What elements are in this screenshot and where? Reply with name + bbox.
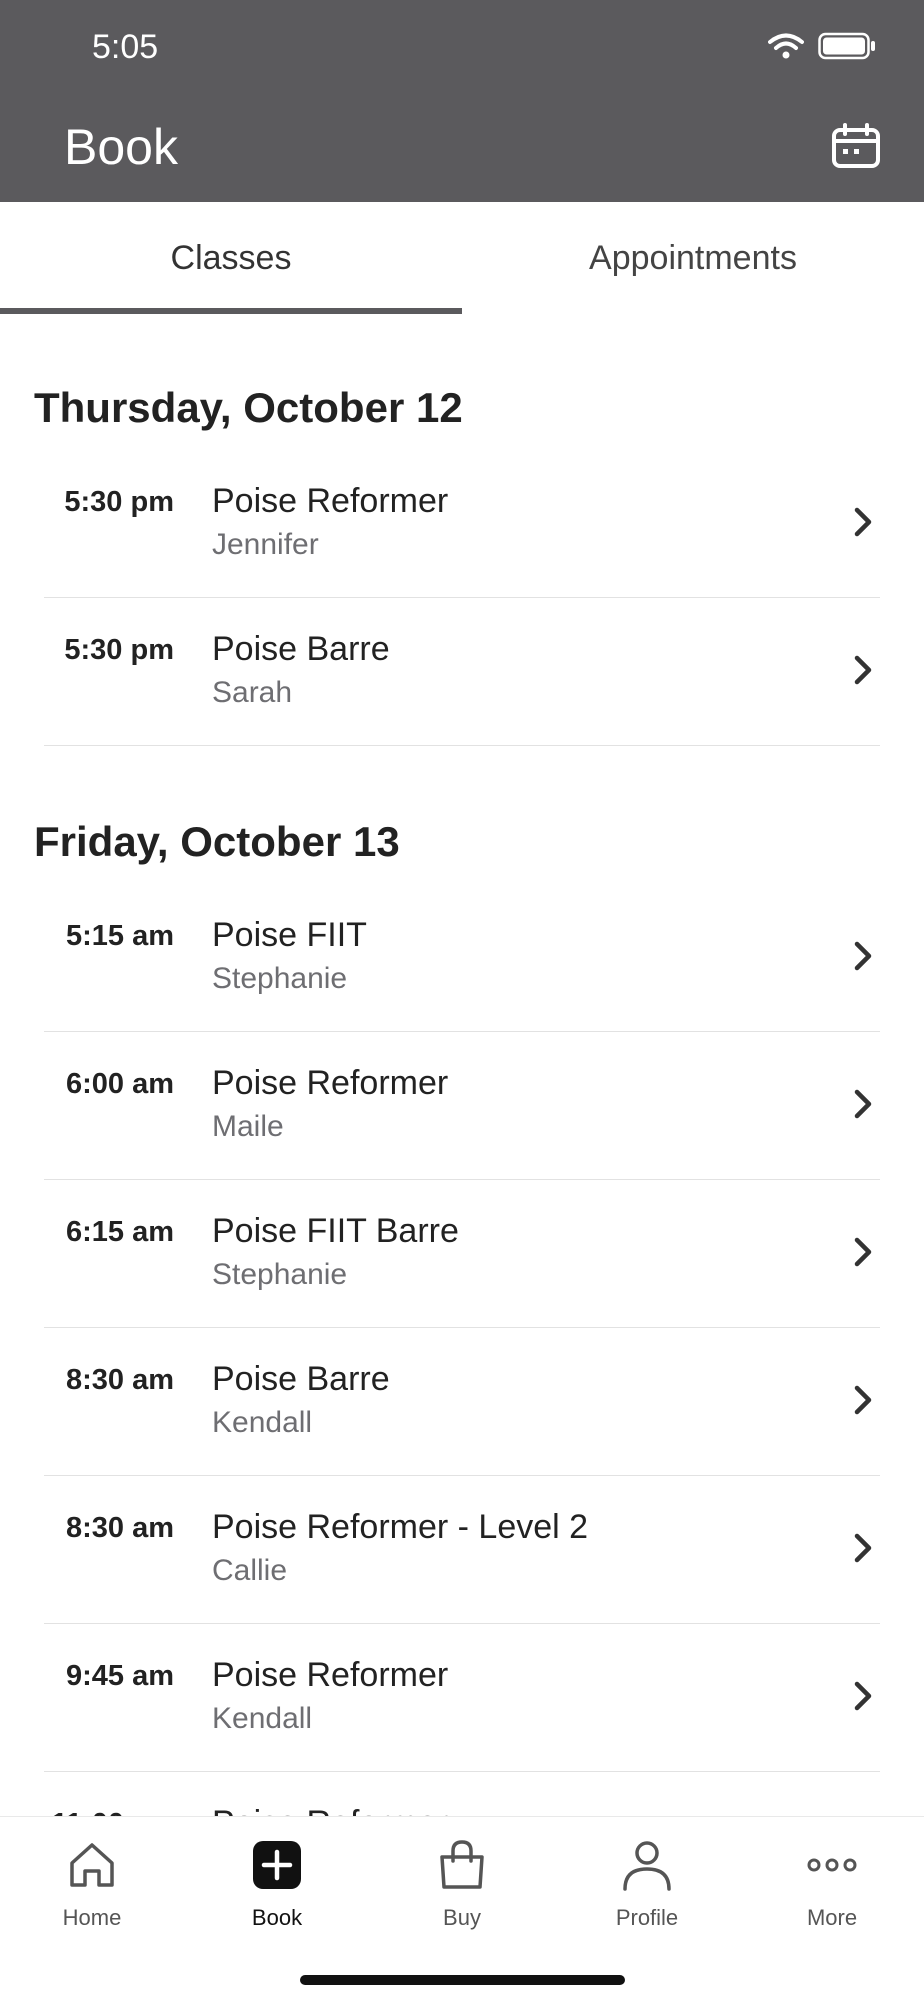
- nav-label: Buy: [443, 1905, 481, 1930]
- class-time: 5:15 am: [65, 920, 174, 952]
- class-instructor: Stephanie: [212, 962, 348, 995]
- chevron-right-icon: [854, 1533, 872, 1563]
- class-instructor: Sarah: [212, 676, 293, 709]
- class-name: Poise Reformer: [212, 482, 449, 520]
- class-row[interactable]: 5:15 am Poise FIIT Stephanie: [44, 884, 880, 1032]
- class-instructor: Jennifer: [212, 528, 319, 561]
- class-time: 5:30 pm: [64, 634, 174, 666]
- tab-bar: Classes Appointments: [0, 202, 924, 314]
- class-name: Poise Reformer - Level 2: [212, 1508, 589, 1546]
- battery-icon: [818, 32, 875, 60]
- chevron-right-icon: [854, 1089, 872, 1119]
- day-heading: Thursday, October 12: [34, 384, 463, 431]
- chevron-right-icon: [854, 1681, 872, 1711]
- class-time: 6:15 am: [65, 1216, 174, 1248]
- class-name: Poise Reformer: [212, 1064, 449, 1102]
- class-time: 9:45 am: [65, 1660, 174, 1692]
- class-time: 11:00 am: [44, 1808, 174, 1816]
- wifi-icon: [768, 33, 804, 59]
- nav-profile[interactable]: Profile: [572, 1837, 722, 1931]
- class-row[interactable]: 11:00 am Poise Reformer: [44, 1772, 880, 1816]
- plus-square-icon: [253, 1841, 301, 1889]
- tab-appointments[interactable]: Appointments: [462, 202, 924, 314]
- bottom-nav: Home Book Buy Profile More: [0, 1816, 924, 2000]
- class-row[interactable]: 8:30 am Poise Reformer - Level 2 Callie: [44, 1476, 880, 1624]
- status-icons: [768, 32, 876, 60]
- chevron-right-icon: [854, 941, 872, 971]
- class-name: Poise Reformer: [212, 1804, 448, 1816]
- app-header: 5:05 Book: [0, 0, 924, 202]
- class-instructor: Kendall: [212, 1406, 313, 1439]
- class-name: Poise Barre: [212, 1360, 390, 1398]
- calendar-icon[interactable]: [830, 122, 882, 170]
- home-indicator: [300, 1975, 625, 1985]
- class-instructor: Maile: [212, 1110, 284, 1143]
- chevron-right-icon: [854, 507, 872, 537]
- class-name: Poise FIIT Barre: [212, 1212, 459, 1250]
- person-icon: [623, 1841, 671, 1891]
- class-time: 5:30 pm: [64, 486, 174, 518]
- class-row[interactable]: 6:15 am Poise FIIT Barre Stephanie: [44, 1180, 880, 1328]
- status-time: 5:05: [92, 28, 159, 66]
- nav-more[interactable]: More: [757, 1837, 907, 1931]
- page-title: Book: [64, 119, 178, 175]
- chevron-right-icon: [854, 655, 872, 685]
- class-name: Poise Barre: [212, 630, 390, 668]
- class-time: 8:30 am: [65, 1512, 174, 1544]
- class-row[interactable]: 8:30 am Poise Barre Kendall: [44, 1328, 880, 1476]
- class-instructor: Stephanie: [212, 1258, 348, 1291]
- nav-buy[interactable]: Buy: [387, 1837, 537, 1931]
- class-row[interactable]: 9:45 am Poise Reformer Kendall: [44, 1624, 880, 1772]
- class-row[interactable]: 5:30 pm Poise Reformer Jennifer: [44, 450, 880, 598]
- nav-home[interactable]: Home: [17, 1837, 167, 1931]
- class-row[interactable]: 5:30 pm Poise Barre Sarah: [44, 598, 880, 746]
- tab-classes[interactable]: Classes: [0, 202, 462, 314]
- class-instructor: Callie: [212, 1554, 288, 1587]
- nav-label: Profile: [615, 1905, 679, 1930]
- shopping-bag-icon: [440, 1840, 484, 1889]
- class-schedule: Thursday, October 12 5:30 pm Poise Refor…: [0, 314, 924, 1816]
- nav-label: More: [806, 1905, 858, 1930]
- class-instructor: Kendall: [212, 1702, 313, 1735]
- chevron-right-icon: [854, 1237, 872, 1267]
- nav-book[interactable]: Book: [202, 1837, 352, 1931]
- nav-label: Home: [62, 1905, 122, 1930]
- day-heading: Friday, October 13: [34, 818, 400, 865]
- class-row[interactable]: 6:00 am Poise Reformer Maile: [44, 1032, 880, 1180]
- nav-label: Book: [251, 1905, 303, 1930]
- class-name: Poise FIIT: [212, 916, 367, 954]
- chevron-right-icon: [854, 1385, 872, 1415]
- home-icon: [70, 1843, 114, 1887]
- class-time: 8:30 am: [65, 1364, 174, 1396]
- more-dots-icon: [807, 1858, 857, 1872]
- class-time: 6:00 am: [65, 1068, 174, 1100]
- class-name: Poise Reformer: [212, 1656, 449, 1694]
